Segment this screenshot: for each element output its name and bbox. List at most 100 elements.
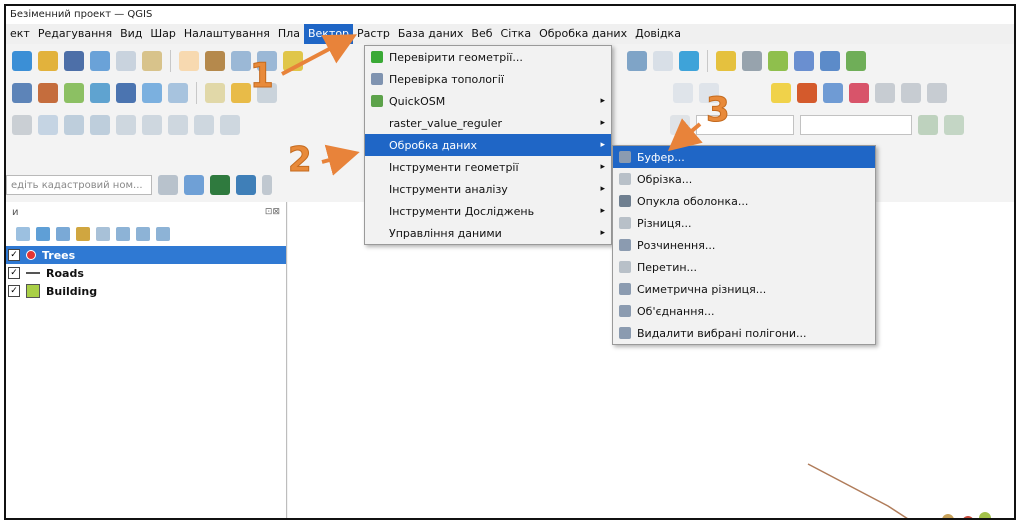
simplify-icon[interactable] (142, 115, 162, 135)
add-mesh-icon[interactable] (168, 83, 188, 103)
undo-icon[interactable] (673, 83, 693, 103)
select-features-icon[interactable] (716, 51, 736, 71)
add-raster-icon[interactable] (90, 83, 110, 103)
data-source-manager-icon[interactable] (12, 83, 32, 103)
label-move-icon[interactable] (901, 83, 921, 103)
layer-row-trees[interactable]: ✓ Trees (6, 246, 286, 264)
menu-item-quickosm[interactable]: QuickOSM ▸ (365, 90, 611, 112)
snapping-icon[interactable] (38, 115, 58, 135)
measure-icon[interactable] (236, 175, 256, 195)
remove-layer-icon[interactable] (156, 227, 170, 241)
new-layer-icon[interactable] (38, 83, 58, 103)
menu-layer[interactable]: Шар (146, 24, 180, 44)
layer-visibility-checkbox[interactable]: ✓ (8, 285, 20, 297)
temporal-icon[interactable] (653, 51, 673, 71)
refresh-icon[interactable] (679, 51, 699, 71)
menu-vector[interactable]: Вектор (303, 24, 354, 44)
menu-item-geoprocessing[interactable]: Обробка даних ▸ (365, 134, 611, 156)
attribute-table-icon[interactable] (846, 51, 866, 71)
menu-raster[interactable]: Растр (353, 24, 394, 44)
menu-view[interactable]: Вид (116, 24, 146, 44)
menu-item-check-geometry[interactable]: Перевірити геометрії... (365, 46, 611, 68)
menu-item-difference[interactable]: Різниця... (613, 212, 875, 234)
add-group-icon[interactable] (36, 227, 50, 241)
manage-visibility-icon[interactable] (56, 227, 70, 241)
menu-item-data-management[interactable]: Управління даними ▸ (365, 222, 611, 244)
menu-item-convex-hull[interactable]: Опукла оболонка... (613, 190, 875, 212)
menu-project[interactable]: ект (6, 24, 34, 44)
vertex-tool-icon[interactable] (918, 115, 938, 135)
label-highlight-icon[interactable] (849, 83, 869, 103)
pan-icon[interactable] (179, 51, 199, 71)
collapse-all-icon[interactable] (136, 227, 150, 241)
label-show-icon[interactable] (875, 83, 895, 103)
menu-processing[interactable]: Обробка даних (535, 24, 631, 44)
layout-manager-icon[interactable] (142, 51, 162, 71)
rotate-feature-icon[interactable] (116, 115, 136, 135)
move-feature-icon[interactable] (64, 115, 84, 135)
label-diagram-icon[interactable] (797, 83, 817, 103)
copy-feature-icon[interactable] (90, 115, 110, 135)
identify-icon[interactable] (820, 51, 840, 71)
menu-item-raster-value[interactable]: raster_value_reguler ▸ (365, 112, 611, 134)
menu-item-symmetric-difference[interactable]: Симетрична різниця... (613, 278, 875, 300)
add-ring-icon[interactable] (168, 115, 188, 135)
add-vector-icon[interactable] (64, 83, 84, 103)
layer-visibility-checkbox[interactable]: ✓ (8, 249, 20, 261)
digitize-icon[interactable] (12, 115, 32, 135)
e-plugin-icon[interactable] (210, 175, 230, 195)
menu-plugins[interactable]: Пла (274, 24, 304, 44)
menu-edit[interactable]: Редагування (34, 24, 116, 44)
layer-visibility-checkbox[interactable]: ✓ (8, 267, 20, 279)
open-styling-icon[interactable] (16, 227, 30, 241)
zoom-in-icon[interactable] (231, 51, 251, 71)
chevron-down-icon[interactable] (262, 175, 272, 195)
menu-item-analysis-tools[interactable]: Інструменти аналізу ▸ (365, 178, 611, 200)
menu-item-research-tools[interactable]: Інструменти Досліджень ▸ (365, 200, 611, 222)
menu-help[interactable]: Довідка (631, 24, 685, 44)
cadastral-search-input[interactable]: едіть кадастровий ном... (6, 175, 152, 195)
open-project-icon[interactable] (38, 51, 58, 71)
add-database-icon[interactable] (116, 83, 136, 103)
print-layout-icon[interactable] (116, 51, 136, 71)
toggle-editing-icon[interactable] (231, 83, 251, 103)
menu-item-dissolve[interactable]: Розчинення... (613, 234, 875, 256)
zoom-full-icon[interactable] (283, 51, 303, 71)
menu-item-buffer[interactable]: Буфер... (613, 146, 875, 168)
menu-item-eliminate-polygons[interactable]: Видалити вибрані полігони... (613, 322, 875, 344)
new-project-icon[interactable] (12, 51, 32, 71)
layer-row-building[interactable]: ✓ Building (6, 282, 286, 300)
label-icon[interactable] (771, 83, 791, 103)
plugin-icon[interactable] (184, 175, 204, 195)
filter-expression-icon[interactable] (96, 227, 110, 241)
layer-row-roads[interactable]: ✓ Roads (6, 264, 286, 282)
select-location-icon[interactable] (794, 51, 814, 71)
menu-settings[interactable]: Налаштування (180, 24, 274, 44)
add-wms-icon[interactable] (142, 83, 162, 103)
menu-web[interactable]: Веб (467, 24, 496, 44)
menu-item-geometry-tools[interactable]: Інструменти геометрії ▸ (365, 156, 611, 178)
style-combo[interactable] (800, 115, 912, 135)
font-size-icon[interactable] (670, 115, 690, 135)
processing-icon[interactable] (944, 115, 964, 135)
save-project-icon[interactable] (64, 51, 84, 71)
menu-mesh[interactable]: Сітка (497, 24, 536, 44)
menu-item-union[interactable]: Об'єднання... (613, 300, 875, 322)
select-value-icon[interactable] (742, 51, 762, 71)
label-rotate-icon[interactable] (927, 83, 947, 103)
save-as-icon[interactable] (90, 51, 110, 71)
edit-pencil-icon[interactable] (205, 83, 225, 103)
filter-legend-icon[interactable] (76, 227, 90, 241)
pan-to-selection-icon[interactable] (205, 51, 225, 71)
new-bookmark-icon[interactable] (627, 51, 647, 71)
menu-item-clip[interactable]: Обрізка... (613, 168, 875, 190)
menu-item-topology-checker[interactable]: Перевірка топології (365, 68, 611, 90)
deselect-icon[interactable] (768, 51, 788, 71)
search-icon[interactable] (158, 175, 178, 195)
panel-close-icon[interactable]: ⊡⊠ (265, 207, 280, 217)
menu-database[interactable]: База даних (394, 24, 468, 44)
menu-item-intersection[interactable]: Перетин... (613, 256, 875, 278)
label-pin-icon[interactable] (823, 83, 843, 103)
fill-ring-icon[interactable] (220, 115, 240, 135)
expand-all-icon[interactable] (116, 227, 130, 241)
